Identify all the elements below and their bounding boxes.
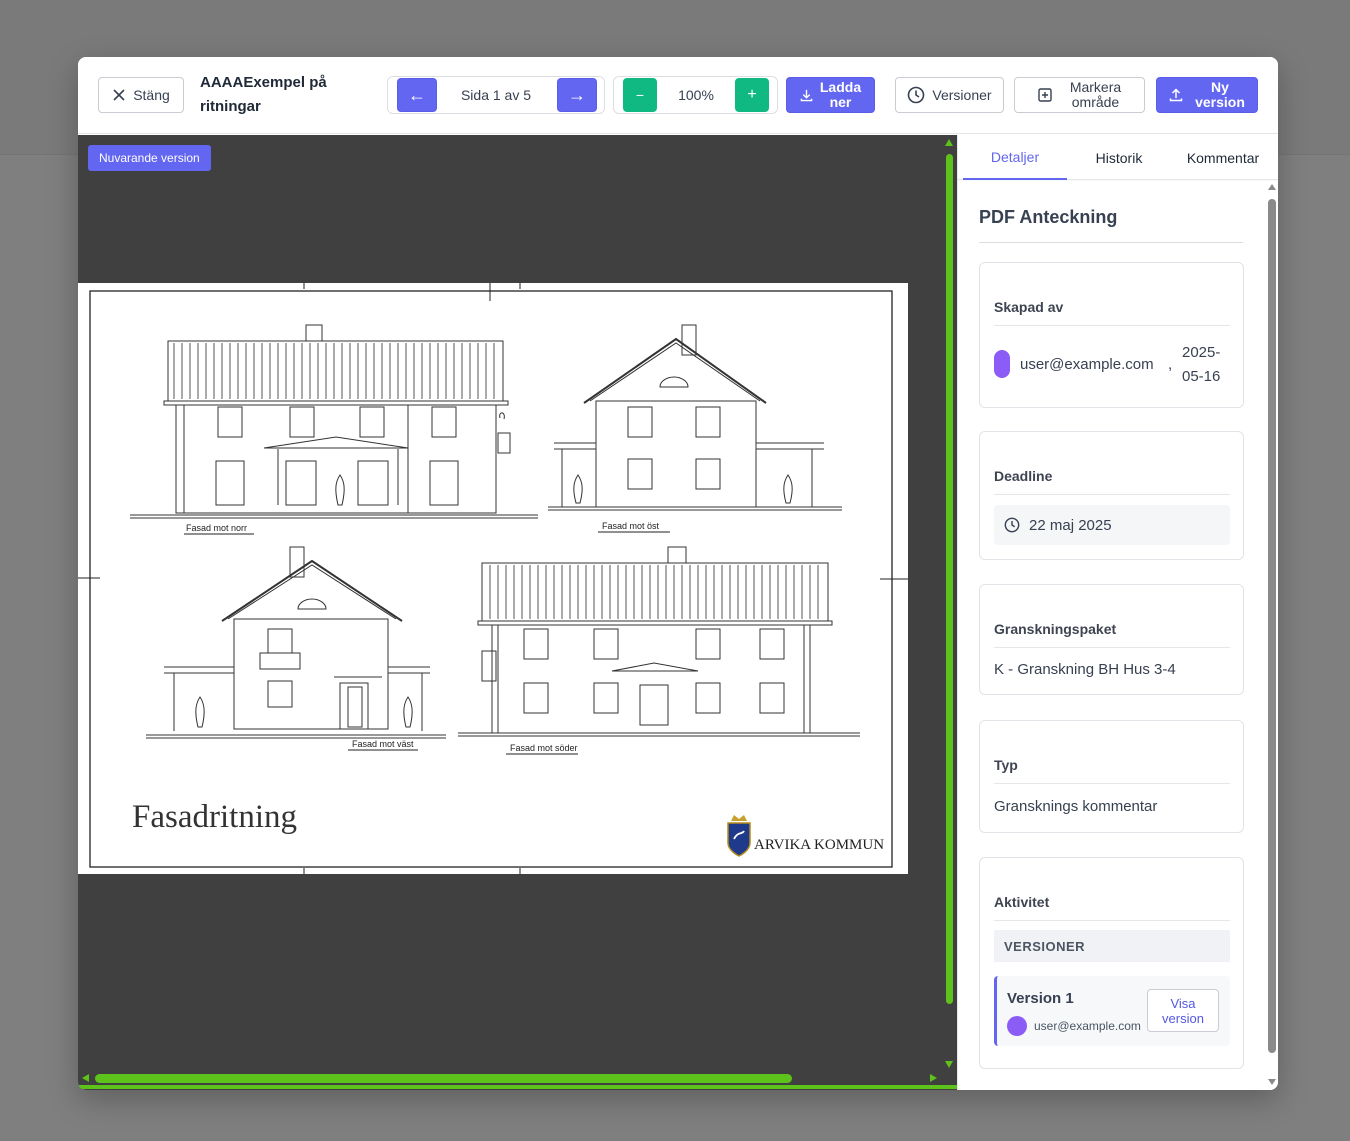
tab-comments[interactable]: Kommentar — [1171, 135, 1275, 180]
close-label: Stäng — [133, 87, 170, 103]
sidebar-scroll-thumb[interactable] — [1268, 199, 1276, 1053]
created-date-line1: 2025- — [1182, 344, 1221, 361]
type-card: Typ Gransknings kommentar — [979, 720, 1244, 833]
scroll-up-icon[interactable] — [1268, 184, 1276, 190]
tab-details[interactable]: Detaljer — [963, 135, 1067, 180]
clock-icon — [1004, 517, 1020, 533]
created-date-line2: 05-16 — [1182, 368, 1221, 385]
scroll-down-icon[interactable] — [1268, 1079, 1276, 1085]
pdf-viewer[interactable]: Nuvarande version Fasad mot norr Fasad m… — [78, 135, 957, 1090]
deadline-value: 22 maj 2025 — [1029, 517, 1112, 534]
vertical-scrollbar[interactable] — [944, 139, 954, 1069]
version-item: Version 1 user@example.com Visa version — [994, 976, 1230, 1046]
view-version-label-line2: version — [1162, 1010, 1204, 1026]
prev-page-button[interactable]: ← — [397, 78, 437, 112]
scroll-right-icon[interactable] — [930, 1074, 937, 1082]
north-elevation — [130, 324, 538, 519]
elevation-label-west: Fasad mot väst — [352, 739, 414, 749]
close-button[interactable]: Stäng — [98, 77, 184, 113]
version-user: user@example.com — [1034, 1019, 1141, 1033]
toolbar: Stäng AAAAExempel på ritningar ← Sida 1 … — [78, 57, 1278, 134]
avatar — [994, 350, 1010, 378]
close-icon — [113, 89, 125, 101]
deadline-card: Deadline 22 maj 2025 — [979, 431, 1244, 560]
review-package-card: Granskningspaket K - Granskning BH Hus 3… — [979, 584, 1244, 695]
zoom-level: 100% — [678, 87, 714, 103]
download-button[interactable]: Ladda ner — [786, 77, 875, 113]
clock-icon — [908, 86, 925, 104]
current-version-badge: Nuvarande version — [88, 145, 211, 171]
east-elevation — [548, 324, 842, 511]
horizontal-scroll-thumb[interactable] — [95, 1074, 792, 1083]
created-by-card: Skapad av user@example.com , 2025- 05-16 — [979, 262, 1244, 408]
arrow-left-icon: ← — [408, 84, 426, 105]
new-version-label-line2: version — [1195, 94, 1245, 110]
page-navigation: ← Sida 1 av 5 → — [387, 76, 605, 114]
arrow-right-icon: → — [568, 84, 586, 105]
pdf-page[interactable]: Fasad mot norr Fasad mot öst Fasad mot v… — [78, 283, 908, 874]
new-version-label-line1: Ny — [1211, 79, 1229, 95]
review-package-label: Granskningspaket — [994, 621, 1230, 648]
scroll-up-icon[interactable] — [945, 139, 953, 146]
zoom-in-button[interactable]: + — [735, 78, 769, 112]
details-sidebar: Detaljer Historik Kommentar PDF Anteckni… — [957, 135, 1278, 1090]
scroll-left-icon[interactable] — [82, 1074, 89, 1082]
arvika-logo: ARVIKA KOMMUN — [727, 815, 884, 857]
deadline-label: Deadline — [994, 468, 1230, 495]
activity-card: Aktivitet VERSIONER Version 1 user@examp… — [979, 857, 1244, 1069]
activity-label: Aktivitet — [994, 894, 1230, 921]
facade-drawing: Fasad mot norr Fasad mot öst Fasad mot v… — [78, 283, 908, 874]
drawing-title: Fasadritning — [132, 799, 297, 835]
view-version-label-line1: Visa — [1170, 995, 1196, 1011]
zoom-out-button[interactable]: − — [623, 78, 657, 112]
created-by-label: Skapad av — [994, 299, 1230, 326]
elevation-label-east: Fasad mot öst — [602, 521, 660, 531]
sidebar-scrollbar[interactable] — [1265, 181, 1278, 1090]
review-package-value: K - Granskning BH Hus 3-4 — [994, 661, 1176, 678]
sidebar-tabs: Detaljer Historik Kommentar — [958, 135, 1278, 180]
download-label-line2: ner — [829, 94, 852, 110]
document-title: AAAAExempel på ritningar — [200, 74, 327, 115]
mark-area-button[interactable]: Markera område — [1014, 77, 1145, 113]
minus-icon: − — [635, 87, 645, 103]
version-name: Version 1 — [1007, 990, 1074, 1007]
new-version-button[interactable]: Ny version — [1156, 77, 1258, 113]
elevation-label-south: Fasad mot söder — [510, 743, 578, 753]
versions-button[interactable]: Versioner — [895, 77, 1004, 113]
page-indicator: Sida 1 av 5 — [460, 87, 532, 103]
sidebar-content: PDF Anteckning Skapad av user@example.co… — [958, 181, 1278, 1090]
type-value: Gransknings kommentar — [994, 798, 1158, 815]
created-by-user: user@example.com — [1020, 356, 1154, 373]
scroll-down-icon[interactable] — [945, 1061, 953, 1068]
horizontal-scrollbar[interactable] — [78, 1070, 957, 1090]
versions-header: VERSIONER — [994, 930, 1230, 962]
south-elevation — [458, 546, 860, 737]
type-label: Typ — [994, 757, 1230, 784]
elevation-label-north: Fasad mot norr — [186, 523, 247, 533]
upload-icon — [1169, 88, 1183, 102]
tab-history[interactable]: Historik — [1067, 135, 1171, 180]
document-viewer-modal: Stäng AAAAExempel på ritningar ← Sida 1 … — [78, 57, 1278, 1090]
vertical-scroll-thumb[interactable] — [946, 154, 953, 1004]
deadline-value-box: 22 maj 2025 — [994, 505, 1230, 545]
next-page-button[interactable]: → — [557, 78, 597, 112]
created-by-separator: , — [1168, 356, 1173, 373]
west-elevation — [146, 546, 446, 739]
zoom-controls: − 100% + — [613, 76, 778, 114]
plus-icon: + — [747, 86, 757, 103]
download-icon — [800, 89, 813, 101]
mark-area-label-line2: område — [1071, 94, 1120, 110]
logo-text: ARVIKA KOMMUN — [754, 837, 884, 853]
scrollbar-edge-line — [78, 1085, 957, 1089]
versions-label: Versioner — [932, 87, 992, 103]
mark-area-label-line1: Markera — [1069, 79, 1122, 95]
section-title: PDF Anteckning — [979, 207, 1243, 243]
plus-square-icon — [1038, 88, 1052, 102]
version-avatar — [1007, 1016, 1027, 1036]
view-version-button[interactable]: Visa version — [1147, 989, 1219, 1032]
download-label-line1: Ladda — [819, 79, 862, 95]
